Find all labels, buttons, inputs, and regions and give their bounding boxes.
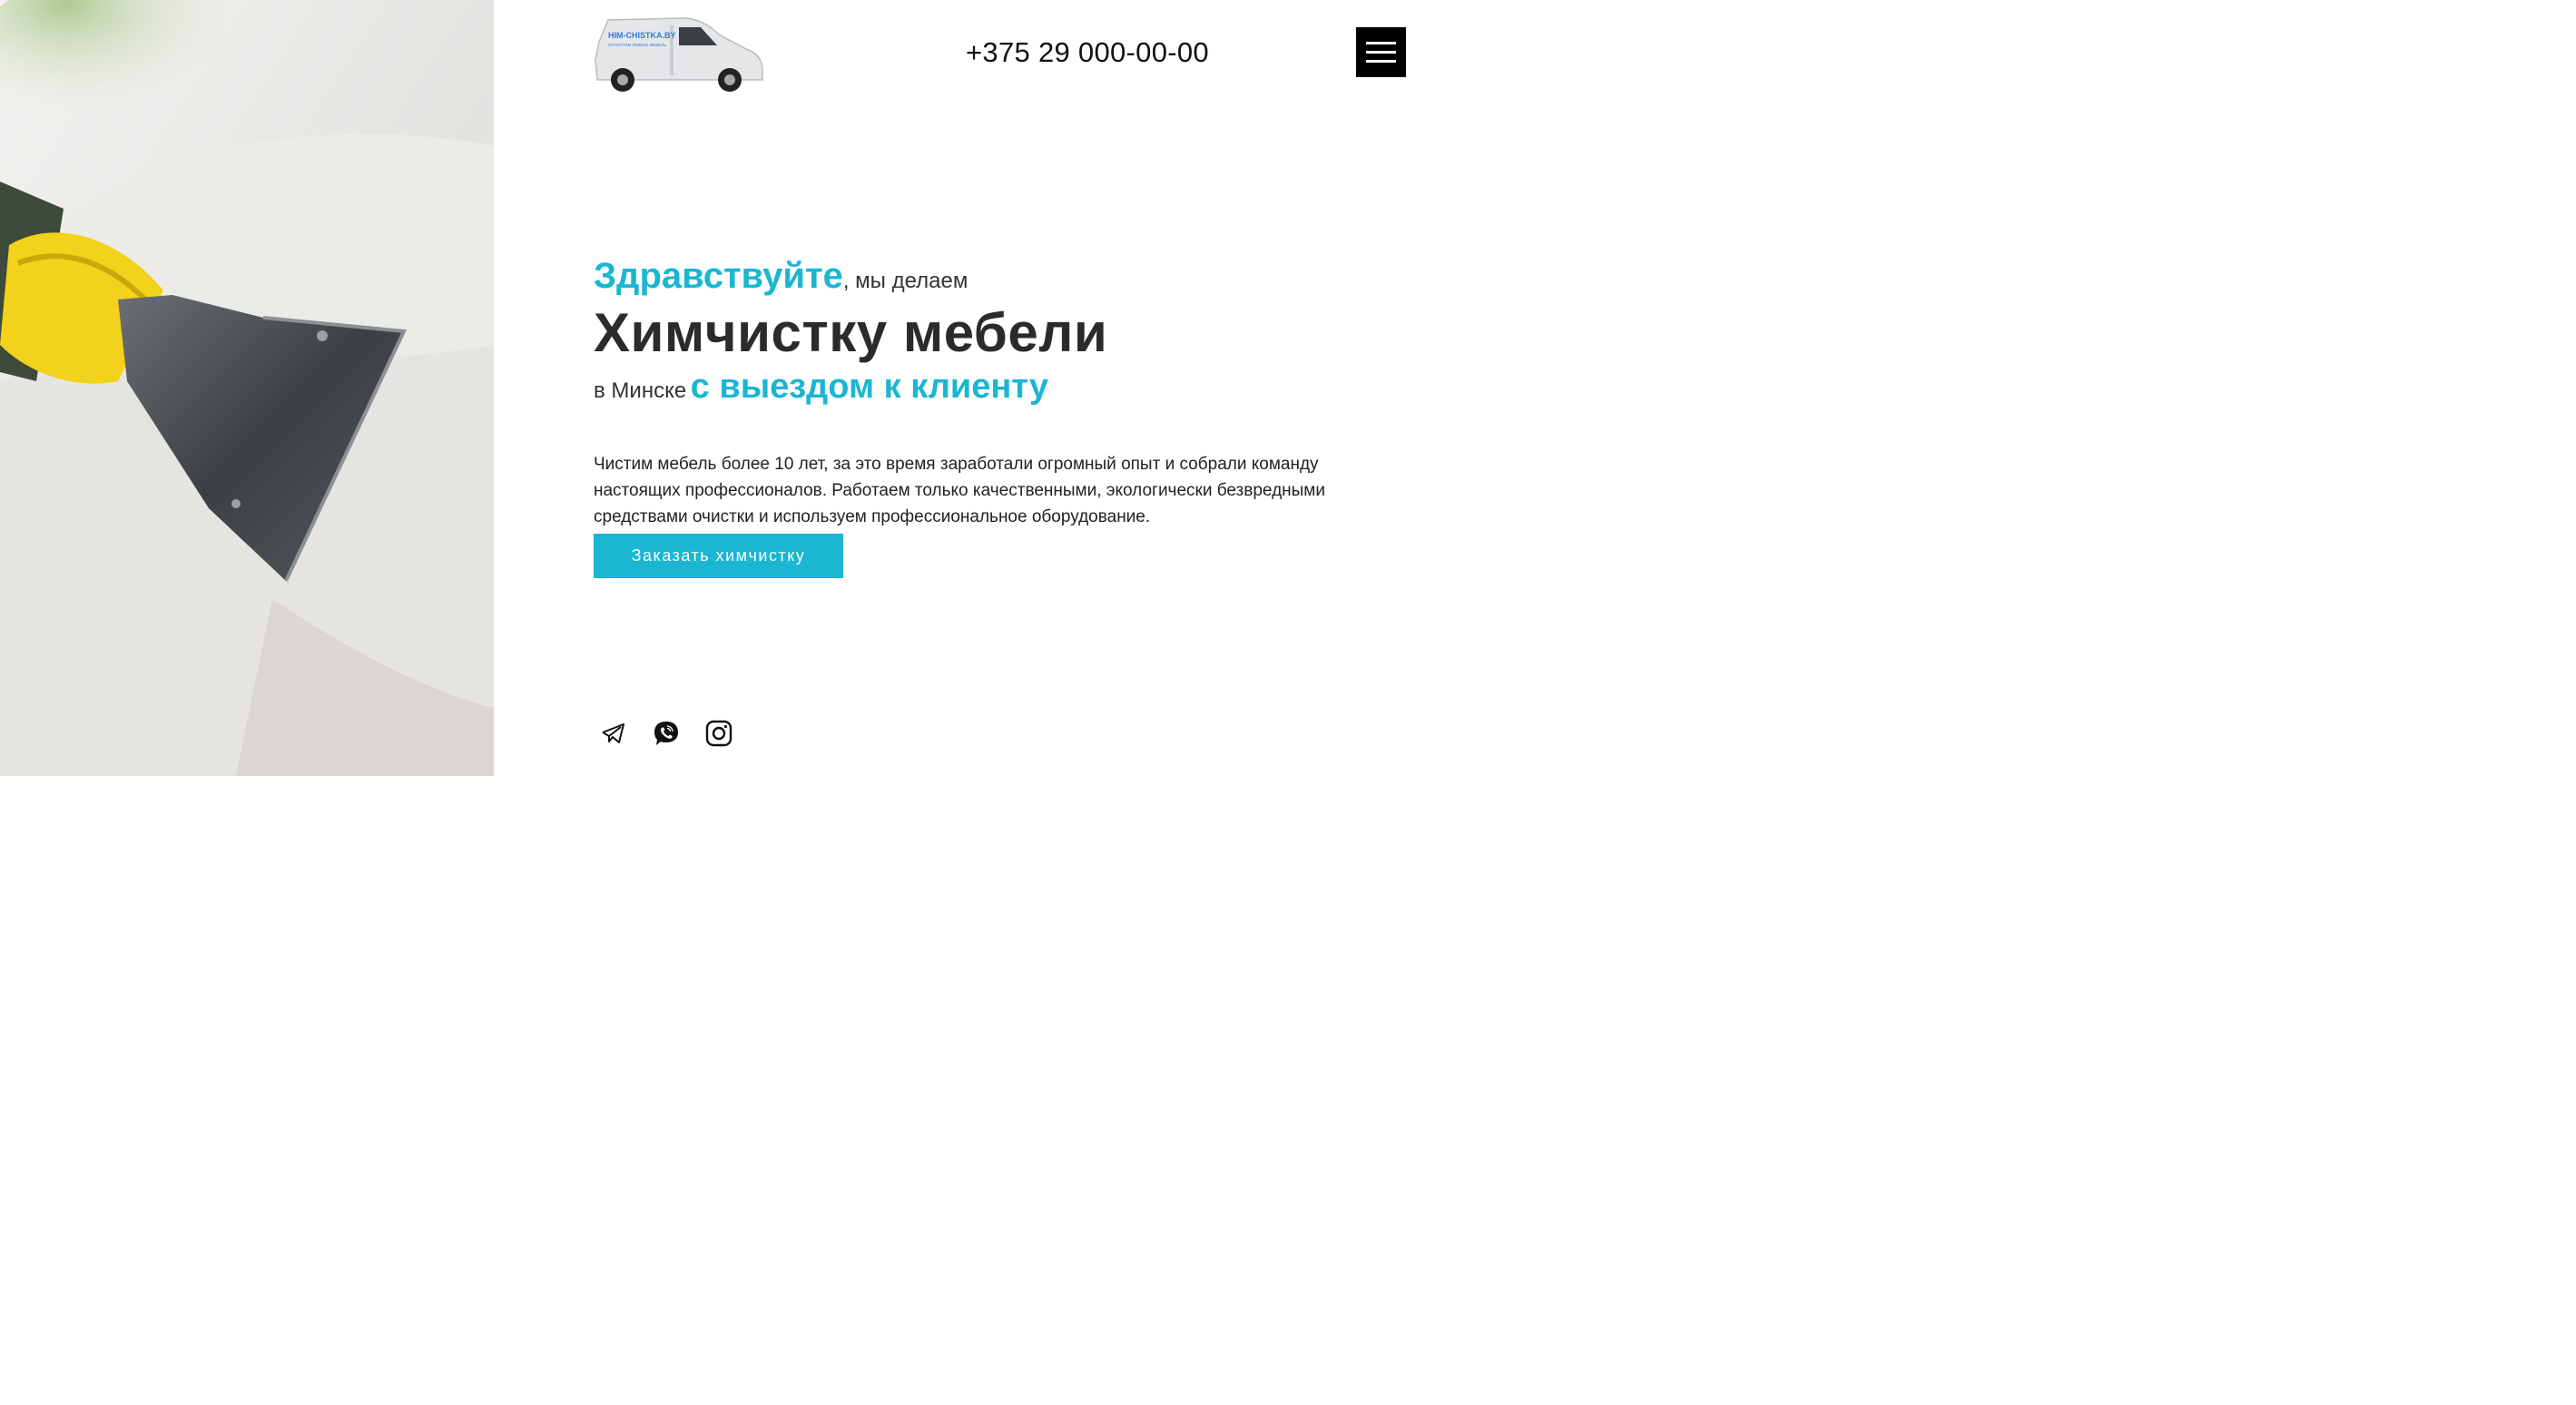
menu-bar-bottom (1366, 60, 1396, 63)
location-line: в Минске с выездом к клиенту (594, 368, 1048, 407)
delivery-van-logo-icon: HIM-CHISTKA.BY ОТЧИСТИМ ЛЮБУЮ МЕБЕЛЬ (595, 17, 763, 92)
greeting-rest: , мы делаем (842, 269, 968, 293)
phone-number[interactable]: +375 29 000-00-00 (966, 36, 1209, 69)
greeting-accent: Здравствуйте (594, 256, 843, 296)
hero-photo (0, 0, 494, 776)
logo-tagline: ОТЧИСТИМ ЛЮБУЮ МЕБЕЛЬ (608, 43, 666, 47)
cleaning-nozzle-illustration (0, 0, 494, 776)
page-title: Химчистку мебели (594, 302, 1108, 363)
hero-description: Чистим мебель более 10 лет, за это время… (594, 455, 1325, 526)
site-logo[interactable]: HIM-CHISTKA.BY ОТЧИСТИМ ЛЮБУЮ МЕБЕЛЬ (592, 15, 766, 96)
greeting-line: Здравствуйте, мы делаем (594, 256, 968, 297)
telegram-icon[interactable] (599, 719, 628, 748)
hamburger-menu-button[interactable] (1356, 27, 1406, 77)
location-text: в Минске (594, 378, 687, 403)
location-accent: с выездом к клиенту (690, 368, 1049, 406)
order-cleaning-button[interactable]: Заказать химчистку (594, 534, 843, 578)
menu-bar-top (1366, 42, 1396, 44)
viber-icon[interactable] (652, 719, 681, 748)
instagram-icon[interactable] (704, 719, 733, 748)
logo-brand-text: HIM-CHISTKA.BY (608, 31, 676, 40)
social-links (599, 719, 733, 748)
menu-bar-middle (1366, 51, 1396, 54)
